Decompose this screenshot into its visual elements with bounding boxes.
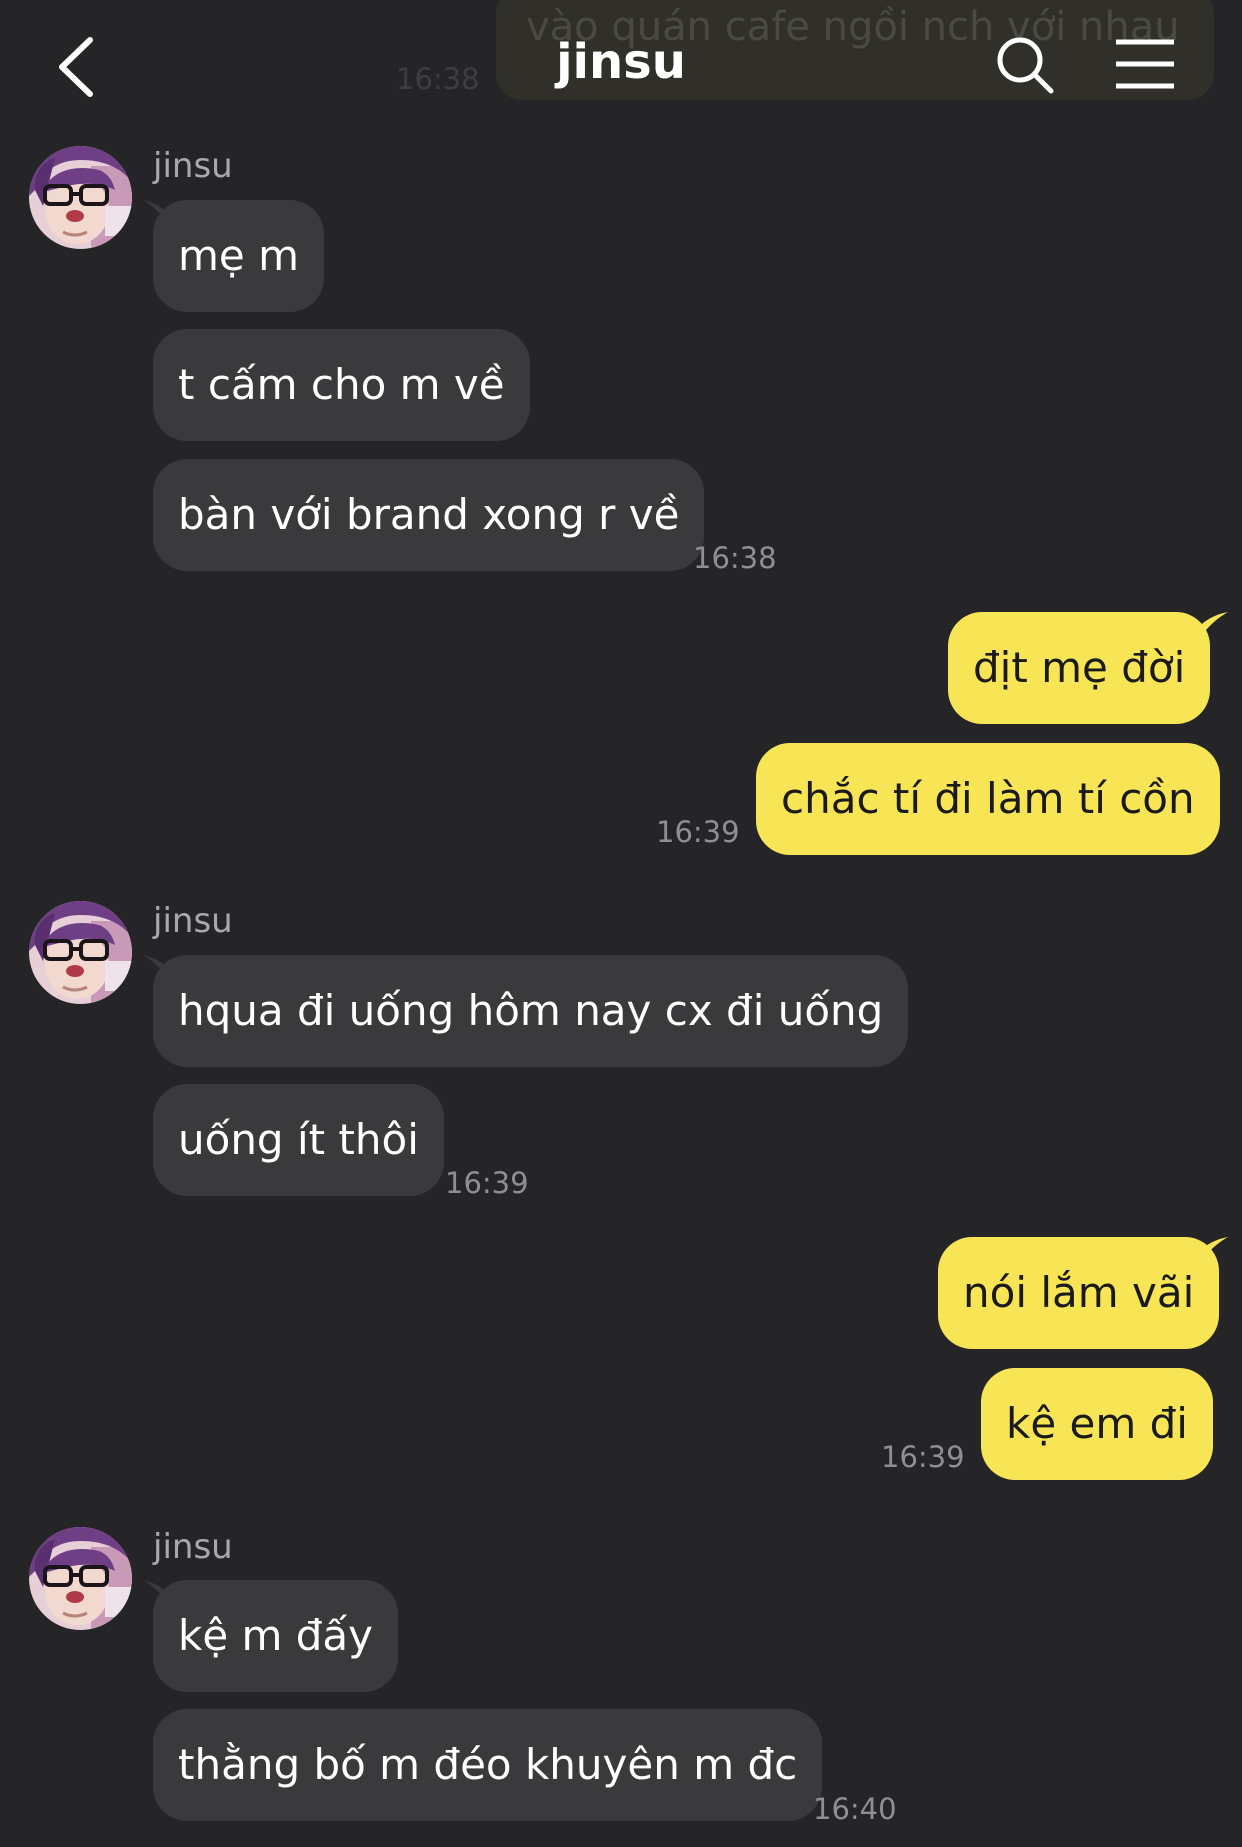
- message-bubble[interactable]: uống ít thôi: [153, 1084, 444, 1196]
- message-bubble[interactable]: hqua đi uống hôm nay cx đi uống: [153, 955, 909, 1067]
- message-bubble[interactable]: chắc tí đi làm tí cồn: [756, 743, 1220, 855]
- avatar[interactable]: [29, 146, 132, 249]
- message-bubble[interactable]: địt mẹ đời: [948, 612, 1211, 724]
- avatar[interactable]: [29, 901, 132, 1004]
- message-time: 16:38: [693, 541, 777, 575]
- message-time: 16:39: [445, 1166, 529, 1200]
- sender-name: jinsu: [153, 901, 233, 941]
- message-time: 16:39: [656, 815, 740, 849]
- message-time: 16:40: [813, 1792, 897, 1826]
- message-bubble[interactable]: thằng bố m đéo khuyên m đc: [153, 1709, 823, 1821]
- sender-name: jinsu: [153, 1527, 233, 1567]
- message-bubble[interactable]: mẹ m: [153, 200, 325, 312]
- message-bubble[interactable]: kệ m đấy: [153, 1580, 399, 1692]
- message-bubble[interactable]: t cấm cho m về: [153, 329, 530, 441]
- message-bubble[interactable]: kệ em đi: [981, 1368, 1213, 1480]
- hamburger-menu-icon[interactable]: [1114, 38, 1176, 90]
- avatar[interactable]: [29, 1527, 132, 1630]
- message-time: 16:39: [881, 1440, 965, 1474]
- message-bubble[interactable]: bàn với brand xong r về: [153, 459, 705, 571]
- search-icon[interactable]: [994, 34, 1056, 96]
- sender-name: jinsu: [153, 146, 233, 186]
- message-bubble[interactable]: nói lắm vãi: [938, 1237, 1220, 1349]
